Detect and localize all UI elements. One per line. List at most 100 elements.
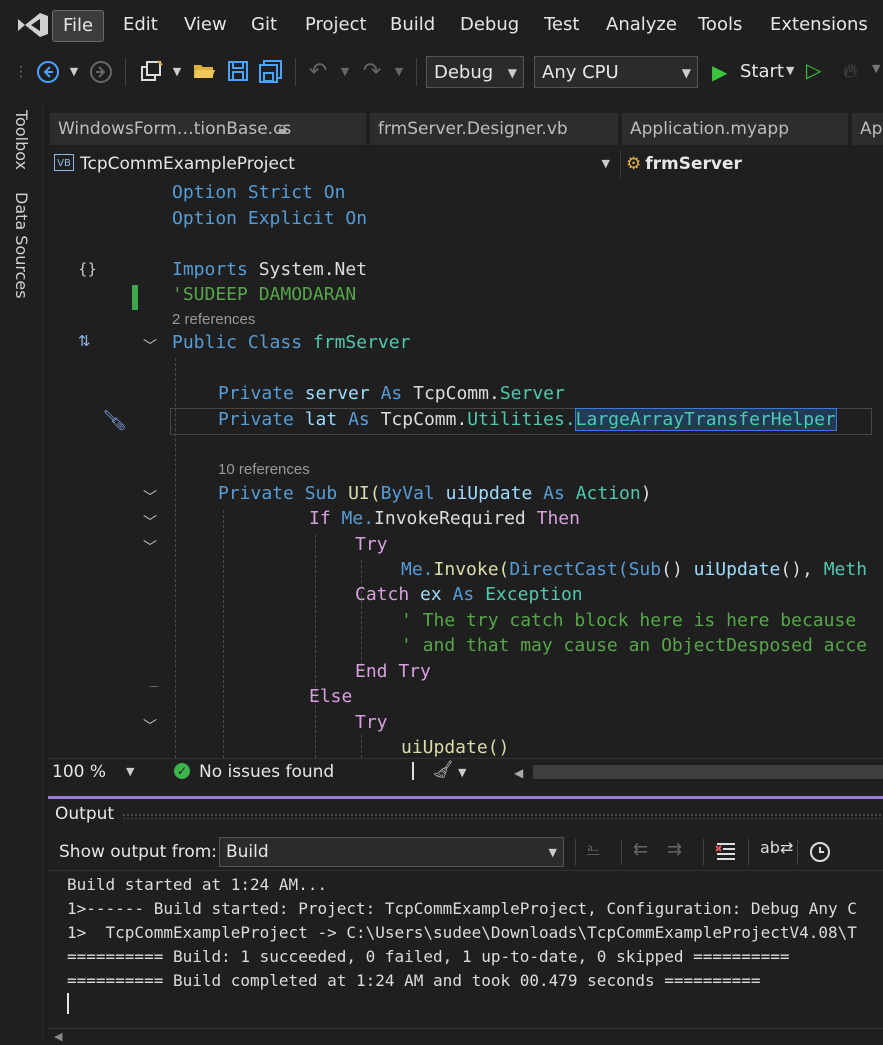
scroll-left-icon[interactable]: ◀ [54, 1030, 62, 1043]
indent-guide [315, 535, 316, 758]
redo-icon[interactable]: ↷ [360, 59, 384, 85]
zoom-dropdown[interactable]: 100 % ▼ [52, 762, 140, 782]
menu-analyze[interactable]: Analyze [596, 10, 687, 40]
vb-file-icon: VB [54, 154, 74, 171]
horizontal-scrollbar[interactable] [533, 765, 883, 779]
toolbar-separator [295, 58, 296, 86]
menu-extensions[interactable]: Extensions [760, 10, 878, 40]
back-dropdown-icon[interactable]: ▼ [65, 59, 83, 85]
start-button[interactable]: ▶ Start ▼ [708, 58, 800, 86]
navigate-back-icon[interactable] [36, 60, 60, 84]
undo-dropdown-icon[interactable]: ▼ [336, 59, 354, 85]
collapse-chevron-icon[interactable]: ﹀ [143, 537, 157, 557]
code-line: Try [355, 712, 388, 733]
toolbar-grip-icon: ⋮ [14, 64, 28, 80]
code-cleanup-dropdown-icon[interactable]: ▼ [458, 766, 466, 779]
output-source-dropdown[interactable]: Build ▼ [219, 837, 564, 867]
zoom-value: 100 % [52, 762, 107, 782]
chevron-down-icon: ▼ [548, 846, 557, 859]
hot-reload-dropdown-icon[interactable]: ▼ [872, 62, 880, 75]
toolbar-separator [797, 839, 798, 865]
output-source-value: Build [226, 842, 269, 862]
output-horizontal-scrollbar[interactable]: ◀ [48, 1028, 883, 1045]
collapse-chevron-icon[interactable]: ﹀ [143, 336, 157, 356]
menu-file[interactable]: File [52, 10, 105, 42]
toolbox-tab[interactable]: Toolbox [12, 110, 31, 170]
code-line: Private Sub UI(ByVal uiUpdate As Action) [218, 483, 652, 504]
menu-project[interactable]: Project [295, 10, 377, 40]
tab-overflow[interactable]: Ap [852, 113, 883, 145]
menu-bar: File Edit View Git Project Build Debug T… [0, 0, 883, 50]
undo-icon[interactable]: ↶ [306, 59, 330, 85]
member-dropdown[interactable]: ⚙︎ frmServer [626, 150, 883, 178]
collapse-chevron-icon[interactable]: ﹀ [143, 716, 157, 736]
fold-end-tick [150, 686, 158, 687]
open-folder-icon[interactable] [192, 59, 216, 83]
collapse-chevron-icon[interactable]: ﹀ [143, 512, 157, 532]
tab-label: WindowsForm…tionBase.cs [58, 119, 292, 139]
start-without-debugging-icon[interactable]: ▷ [806, 58, 821, 82]
code-editor[interactable]: {} ⇅ 🪛︎ ﹀ ﹀ ﹀ ﹀ ﹀ Option Strict On Optio… [48, 180, 883, 758]
project-dropdown[interactable]: TcpCommExampleProject ▼ [80, 150, 616, 178]
find-message-in-code-icon[interactable]: ⎁ [586, 839, 600, 860]
redo-dropdown-icon[interactable]: ▼ [390, 59, 408, 85]
configuration-value: Debug [434, 62, 494, 83]
new-project-icon[interactable] [138, 59, 164, 85]
visual-studio-logo-icon[interactable] [16, 10, 50, 40]
toolbar-separator [575, 839, 576, 865]
previous-message-icon[interactable]: ⇇ [633, 839, 648, 860]
menu-view[interactable]: View [174, 10, 237, 40]
codelens-references[interactable]: 2 references [172, 311, 255, 328]
menu-tools[interactable]: Tools [688, 10, 752, 40]
menu-git[interactable]: Git [241, 10, 287, 40]
timestamp-clock-icon[interactable] [808, 840, 832, 864]
code-line: Private server As TcpComm.Server [218, 383, 565, 404]
data-sources-tab[interactable]: Data Sources [12, 192, 31, 299]
menu-edit[interactable]: Edit [113, 10, 168, 40]
chevron-down-icon: ▼ [507, 66, 517, 80]
next-message-icon[interactable]: ⇉ [667, 839, 682, 860]
quick-actions-screwdriver-icon[interactable]: 🪛︎ [102, 408, 127, 432]
toggle-word-wrap-icon[interactable]: ab⇄ [760, 838, 793, 857]
start-dropdown-icon: ▼ [786, 64, 795, 77]
code-line: Catch ex As Exception [355, 584, 583, 605]
solution-configuration-dropdown[interactable]: Debug ▼ [426, 56, 524, 88]
save-icon[interactable] [226, 59, 250, 83]
solution-platform-dropdown[interactable]: Any CPU ▼ [534, 56, 698, 88]
code-line: 'SUDEEP DAMODARAN [172, 284, 357, 305]
output-line: ========== Build completed at 1:24 AM an… [67, 971, 761, 990]
clear-all-icon[interactable] [714, 839, 738, 863]
project-name: TcpCommExampleProject [80, 154, 295, 174]
code-line: Private lat As TcpComm.Utilities.LargeAr… [218, 408, 837, 431]
new-dropdown-icon[interactable]: ▼ [168, 59, 186, 85]
tab-application-myapp[interactable]: Application.myapp [622, 113, 848, 145]
class-diagram-glyph-icon[interactable]: ⇅ [78, 332, 91, 350]
output-title: Output [55, 804, 115, 824]
output-divider [48, 870, 883, 871]
tab-frmserver-designer[interactable]: frmServer.Designer.vb [370, 113, 618, 145]
codelens-references[interactable]: 10 references [218, 461, 310, 478]
toolbar-separator [703, 839, 704, 865]
chevron-down-icon: ▼ [681, 66, 691, 80]
toolbar-separator [125, 58, 126, 86]
member-name: frmServer [645, 154, 742, 174]
issues-status[interactable]: No issues found [199, 762, 334, 782]
code-cleanup-broom-icon[interactable]: 🧹︎ [432, 760, 454, 780]
navigate-forward-icon[interactable] [89, 60, 113, 84]
hot-reload-icon[interactable]: 🔥︎ [843, 58, 858, 82]
panel-drag-grip[interactable] [122, 813, 882, 819]
output-line: 1> TcpCommExampleProject -> C:\Users\sud… [67, 923, 857, 942]
save-all-icon[interactable] [258, 59, 284, 83]
start-label: Start [740, 61, 784, 82]
menu-test[interactable]: Test [534, 10, 589, 40]
nav-separator [620, 150, 621, 178]
imports-glyph-icon: {} [78, 260, 98, 278]
menu-debug[interactable]: Debug [450, 10, 529, 40]
code-line: ' and that may cause an ObjectDesposed a… [401, 635, 867, 656]
scroll-left-icon[interactable]: ◀ [514, 766, 523, 780]
tab-windowsformsapplicationbase[interactable]: WindowsForm…tionBase.cs 🔒︎ [50, 113, 366, 145]
collapse-chevron-icon[interactable]: ﹀ [143, 487, 157, 507]
menu-build[interactable]: Build [380, 10, 445, 40]
code-line: uiUpdate() [401, 737, 510, 758]
toolbar-separator [416, 58, 417, 86]
